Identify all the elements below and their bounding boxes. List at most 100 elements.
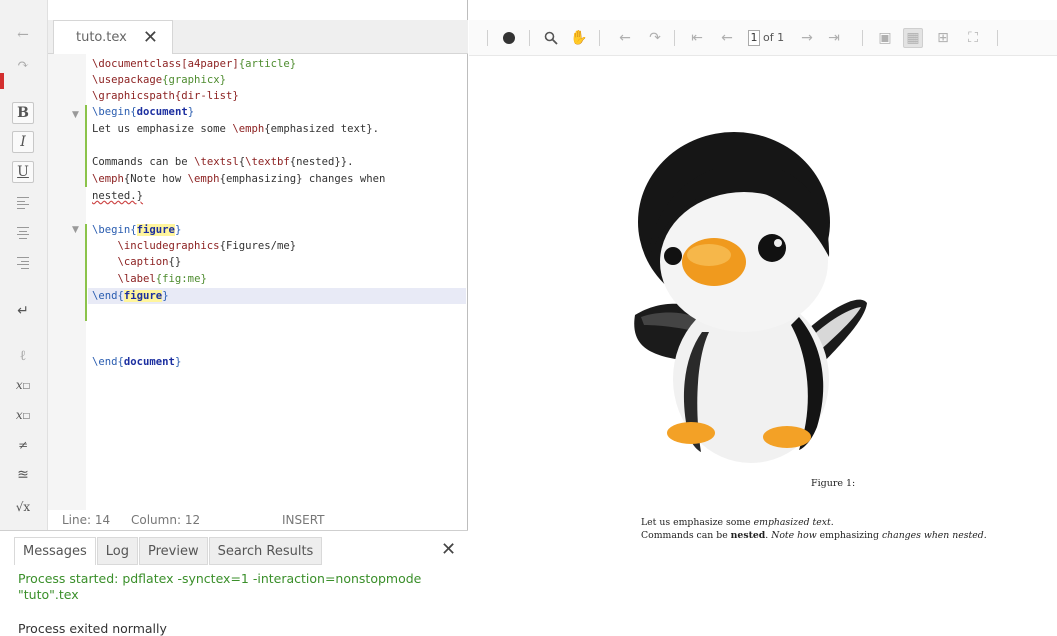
code-token: \textsl: [194, 156, 239, 168]
code-token: \documentclass: [92, 58, 182, 70]
code-token: document: [136, 106, 188, 118]
separator: [997, 30, 998, 46]
next-page-icon[interactable]: →: [797, 28, 817, 48]
pdf-viewer: ✋ ← ↷ ⇤ ← 1 of 1 → ⇥ ▣ ▦ ⊞ ⛶ Figure 1: L…: [469, 0, 1057, 636]
zoom-icon[interactable]: [541, 28, 561, 48]
modified-lines-marker: [85, 224, 87, 321]
code-token: {emphasizing} changes when: [219, 173, 386, 185]
code-token: document: [123, 356, 175, 368]
superscript-icon[interactable]: x □: [12, 404, 34, 426]
italic-button[interactable]: I: [12, 131, 34, 153]
fold-arrow-icon[interactable]: ▼: [72, 110, 79, 120]
tab-label: tuto.tex: [76, 30, 127, 45]
code-token: Let us emphasize some: [92, 123, 233, 135]
fullscreen-icon[interactable]: ⛶: [963, 28, 983, 48]
code-token: \usepackage: [92, 74, 163, 86]
penguin-figure: [634, 132, 867, 463]
pdf-text-bold: nested: [730, 530, 766, 541]
first-page-icon[interactable]: ⇤: [687, 28, 707, 48]
sqrt-icon[interactable]: √x: [12, 496, 34, 518]
close-panel-icon[interactable]: ✕: [441, 539, 456, 560]
bold-button[interactable]: B: [12, 102, 34, 124]
code-token: {}: [168, 256, 182, 268]
separator: [674, 30, 675, 46]
back-icon[interactable]: ←: [615, 28, 635, 48]
status-column: Column: 12: [131, 513, 201, 527]
status-mode: INSERT: [282, 513, 325, 527]
line-gutter: [48, 54, 86, 510]
forward-icon[interactable]: ↷: [645, 28, 665, 48]
pdf-text-emph: emphasized text: [753, 517, 831, 528]
code-token: \begin: [92, 106, 131, 118]
separator: [529, 30, 530, 46]
align-right-icon[interactable]: [12, 252, 34, 274]
separator: [862, 30, 863, 46]
code-token: \emph: [187, 173, 220, 185]
page-number-input[interactable]: 1: [748, 30, 760, 46]
tab-tuto-tex[interactable]: tuto.tex ✕: [53, 20, 173, 54]
dfrac-icon[interactable]: ≊: [12, 464, 34, 486]
code-token: {article}: [238, 58, 297, 70]
last-page-icon[interactable]: ⇥: [824, 28, 844, 48]
grid-view-icon[interactable]: ⊞: [933, 28, 953, 48]
code-token: \includegraphics: [117, 240, 220, 252]
code-token: \emph: [232, 123, 265, 135]
code-token: [a4paper]: [181, 58, 239, 70]
editor-pane: ← ↷ B I U ↵ ℓ x □ x □ ≠ ≊ √x tuto.tex ✕ ▼ …: [0, 0, 468, 636]
code-token: figure: [123, 290, 163, 302]
fit-width-icon[interactable]: ▣: [875, 28, 895, 48]
newline-icon[interactable]: ↵: [12, 300, 34, 322]
code-token: {fig:me}: [155, 273, 207, 285]
pdf-text-emph: changes when nested.: [879, 530, 987, 541]
subscript-icon[interactable]: x □: [12, 374, 34, 396]
message-line: Process started: pdflatex -synctex=1 -in…: [18, 571, 422, 586]
dollar-math-icon[interactable]: ℓ: [12, 345, 34, 367]
code-token: \end: [92, 290, 118, 302]
code-token: Commands can be: [92, 156, 195, 168]
pdf-text: Commands can be: [641, 530, 731, 541]
sync-dot-icon[interactable]: [499, 28, 519, 48]
close-tab-icon[interactable]: ✕: [143, 28, 158, 47]
tab-search-results[interactable]: Search Results: [208, 537, 323, 565]
figure-caption: Figure 1:: [811, 478, 856, 489]
code-token: {dir-list}: [174, 90, 239, 102]
error-marker: [0, 73, 4, 89]
modified-lines-marker: [85, 105, 87, 187]
code-editor[interactable]: \documentclass[a4paper]{article} \usepac…: [92, 54, 466, 510]
separator: [487, 30, 488, 46]
pdf-text-line: Commands can be nested. Note how emphasi…: [641, 530, 987, 541]
messages-panel: Messages Log Preview Search Results ✕ Pr…: [0, 530, 468, 636]
underline-button[interactable]: U: [12, 161, 34, 183]
undo-icon[interactable]: ←: [12, 24, 34, 46]
fit-page-icon[interactable]: ▦: [903, 28, 923, 48]
tab-messages[interactable]: Messages: [14, 537, 96, 565]
code-token: \begin: [92, 224, 131, 236]
code-token: {emphasized text}.: [264, 123, 380, 135]
prev-page-icon[interactable]: ←: [717, 28, 737, 48]
fraction-icon[interactable]: ≠: [12, 434, 34, 456]
pdf-page: Figure 1: Let us emphasize some emphasiz…: [469, 57, 1057, 636]
pdf-toolbar: ✋ ← ↷ ⇤ ← 1 of 1 → ⇥ ▣ ▦ ⊞ ⛶: [469, 20, 1057, 56]
pdf-text: .: [830, 517, 834, 528]
align-left-icon[interactable]: [12, 192, 34, 214]
format-toolbar: ← ↷ B I U ↵ ℓ x □ x □ ≠ ≊ √x: [0, 0, 48, 530]
code-token: figure: [136, 224, 175, 236]
tab-log[interactable]: Log: [96, 537, 138, 565]
code-token: {Figures/me}: [219, 240, 297, 252]
code-token: \end: [92, 356, 118, 368]
hand-icon[interactable]: ✋: [569, 28, 589, 48]
code-token: \textbf: [245, 156, 290, 168]
pdf-text: Let us emphasize some: [641, 517, 754, 528]
page-count: of 1: [763, 31, 785, 44]
code-token: {nested}}.: [289, 156, 354, 168]
editor-tabbar: tuto.tex ✕: [48, 20, 468, 54]
tab-preview[interactable]: Preview: [138, 537, 208, 565]
status-line: Line: 14: [62, 513, 111, 527]
message-line: Process exited normally: [18, 621, 167, 636]
fold-arrow-icon[interactable]: ▼: [72, 225, 79, 235]
redo-icon[interactable]: ↷: [12, 54, 34, 76]
align-center-icon[interactable]: [12, 222, 34, 244]
pdf-text-emph: Note how: [771, 530, 820, 541]
editor-statusbar: Line: 14 Column: 12 INSERT: [48, 510, 468, 530]
messages-tabbar: Messages Log Preview Search Results: [14, 537, 323, 565]
